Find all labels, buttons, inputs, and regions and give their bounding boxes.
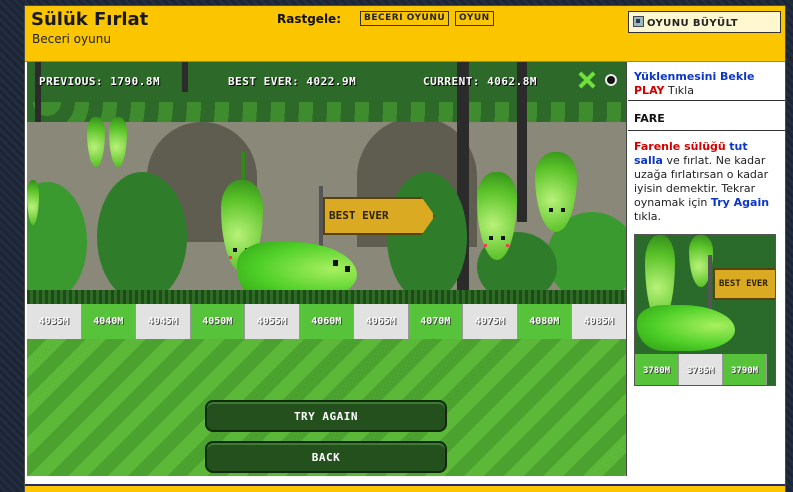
game-page-frame: Sülük Fırlat Beceri oyunu Rastgele: BECE… [24, 5, 786, 492]
enlarge-game-button[interactable]: OYUNU BÜYÜLT [628, 11, 781, 33]
instructions-text: Farenle sülüğü tut salla ve fırlat. Ne k… [634, 140, 780, 224]
bush [387, 172, 467, 302]
instr-blue-2: Try Again [710, 196, 770, 209]
bush [97, 172, 187, 302]
ruler-mark: 4070M [408, 304, 463, 339]
divider [628, 130, 785, 131]
canopy [27, 62, 626, 122]
ruler-mark: 4075M [463, 304, 518, 339]
ruler-mark: 4055M [245, 304, 300, 339]
distance-ruler: 4035M 4040M 4045M 4050M 4055M 4060M 4065… [27, 304, 626, 339]
footer-bar [25, 484, 785, 492]
try-again-button[interactable]: TRY AGAIN [205, 400, 447, 432]
enlarge-icon [633, 16, 644, 27]
back-button[interactable]: BACK [205, 441, 447, 473]
loading-label: Yüklenmesini Bekle [634, 70, 755, 83]
pipe [182, 62, 188, 92]
random-label: Rastgele: [277, 12, 341, 26]
ruler-mark: 4060M [299, 304, 354, 339]
game-thumbnail[interactable]: BEST EVER 3780M 3785M 3790M [634, 234, 776, 386]
divider [628, 100, 785, 101]
game-title: Sülük Fırlat [31, 9, 149, 30]
instructions-sidebar: Yüklenmesini Bekle PLAY Tıkla FARE Faren… [628, 62, 785, 476]
hud-current: CURRENT: 4062.8M [423, 75, 537, 88]
ruler-mark: 4035M [27, 304, 82, 339]
ruler-mark: 4040M [81, 304, 136, 339]
tag-skill-game[interactable]: BECERI OYUNU [360, 11, 450, 26]
thumb-leech [637, 305, 735, 351]
play-label: PLAY [634, 84, 665, 97]
ruler-mark: 3785M [679, 354, 723, 385]
sound-icon[interactable] [605, 74, 617, 86]
ruler-mark: 4045M [136, 304, 191, 339]
instr-end: tıkla. [634, 210, 662, 223]
hud-best-ever: BEST EVER: 4022.9M [228, 75, 357, 88]
hud-previous: PREVIOUS: 1790.8M [39, 75, 161, 88]
ruler-mark: 4080M [517, 304, 572, 339]
thumb-flag: BEST EVER [713, 268, 775, 300]
enlarge-label: OYUNU BÜYÜLT [647, 18, 738, 29]
game-header: Sülük Fırlat Beceri oyunu Rastgele: BECE… [25, 6, 785, 62]
game-canvas[interactable]: BEST EVER PREVIOUS: 1790.8M BEST EVER: 4… [27, 62, 627, 476]
ruler-mark: 4085M [572, 304, 626, 339]
ruler-mark: 4050M [190, 304, 245, 339]
vine [241, 152, 245, 182]
instr-red: Farenle sülüğü [634, 140, 726, 153]
tag-game[interactable]: OYUN [455, 11, 494, 26]
ruler-mark: 3780M [635, 354, 679, 385]
play-suffix: Tıkla [668, 84, 694, 97]
page-background-left [0, 0, 24, 492]
close-icon[interactable] [578, 71, 596, 89]
best-ever-flag: BEST EVER [323, 197, 435, 235]
thumb-ruler: 3780M 3785M 3790M [635, 354, 775, 385]
pipe [35, 62, 41, 122]
loading-text: Yüklenmesini Bekle PLAY Tıkla [634, 70, 754, 98]
game-category: Beceri oyunu [32, 32, 111, 46]
ruler-mark: 3790M [723, 354, 767, 385]
controls-heading: FARE [634, 112, 665, 125]
ruler-mark: 4065M [354, 304, 409, 339]
